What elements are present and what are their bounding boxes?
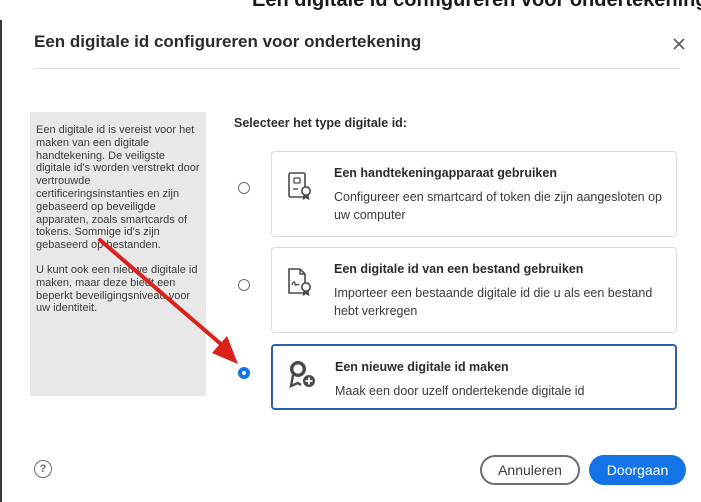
radio-file[interactable] <box>238 279 250 291</box>
info-paragraph-1: Een digitale id is vereist voor het make… <box>36 124 200 252</box>
info-paragraph-2: U kunt ook een nieuwe digitale id maken,… <box>36 263 198 315</box>
new-certificate-icon <box>289 361 315 388</box>
radio-device[interactable] <box>238 182 250 194</box>
option-2-description: Importeer een bestaande digitale id die … <box>334 286 653 318</box>
continue-button[interactable]: Doorgaan <box>589 455 686 485</box>
cancel-button[interactable]: Annuleren <box>480 455 580 485</box>
option-1-description: Configureer een smartcard of token die z… <box>334 190 662 222</box>
file-certificate-icon <box>288 268 311 296</box>
id-type-label: Selecteer het type digitale id: <box>234 116 407 130</box>
radio-new-id[interactable] <box>238 367 250 379</box>
option-1-title: Een handtekeningapparaat gebruiken <box>334 166 557 180</box>
smartcard-certificate-icon <box>288 172 311 200</box>
close-icon <box>673 38 685 50</box>
option-new-id[interactable]: Een nieuwe digitale id maken Maak een do… <box>271 344 677 410</box>
title-divider <box>34 68 680 69</box>
option-2-title: Een digitale id van een bestand gebruike… <box>334 262 584 276</box>
background-heading: Een digitale id configureren voor ondert… <box>0 0 701 20</box>
help-icon: ? <box>39 463 47 475</box>
dialog-title: Een digitale id configureren voor ondert… <box>34 32 422 51</box>
option-3-description: Maak een door uzelf ondertekende digital… <box>335 384 585 398</box>
option-signing-device[interactable]: Een handtekeningapparaat gebruiken Confi… <box>271 151 677 237</box>
help-button[interactable]: ? <box>34 460 52 478</box>
close-button[interactable] <box>668 33 690 55</box>
background-heading-text: Een digitale id configureren voor ondert… <box>252 0 701 11</box>
option-3-title: Een nieuwe digitale id maken <box>335 360 509 374</box>
option-file-id[interactable]: Een digitale id van een bestand gebruike… <box>271 247 677 333</box>
window-edge <box>0 0 2 502</box>
info-panel: Een digitale id is vereist voor het make… <box>30 112 206 396</box>
